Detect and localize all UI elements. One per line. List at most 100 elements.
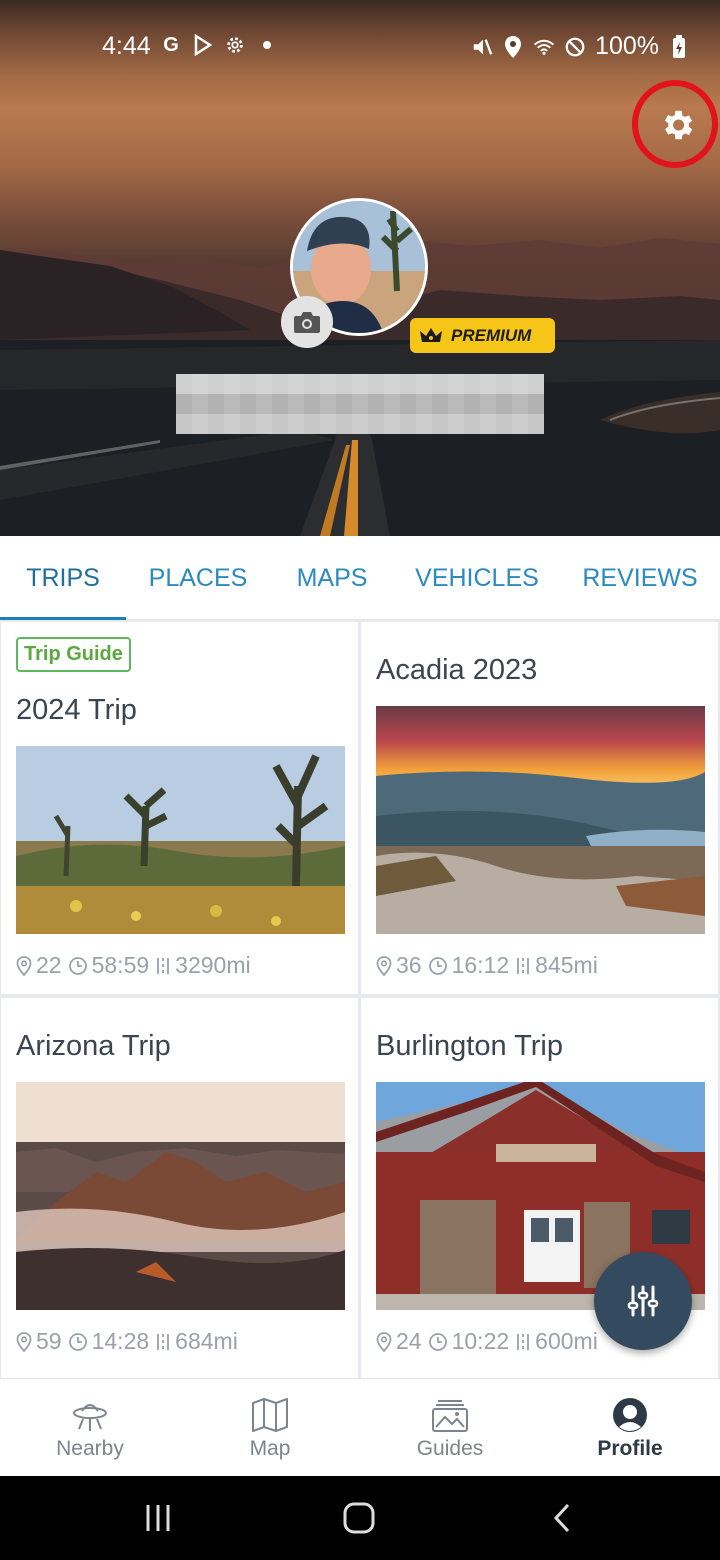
trip-card[interactable]: Acadia 2023 36 16:12 845mi — [361, 622, 718, 994]
duration-value: 14:28 — [91, 1328, 150, 1354]
settings-button[interactable] — [652, 100, 702, 150]
status-bar: 4:44 G 100% — [0, 0, 720, 92]
clock-icon — [68, 1332, 87, 1351]
mute-icon — [471, 34, 493, 60]
trip-stats: 22 58:59 3290mi — [16, 952, 251, 979]
distance-value: 684mi — [175, 1328, 238, 1354]
tab-reviews[interactable]: REVIEWS — [560, 536, 720, 620]
tab-places[interactable]: PLACES — [126, 536, 270, 620]
tab-vehicles[interactable]: VEHICLES — [394, 536, 560, 620]
nav-profile[interactable]: Profile — [540, 1379, 720, 1476]
distance-stat: 600mi — [515, 1328, 598, 1355]
dot-icon — [256, 32, 278, 58]
distance-stat: 684mi — [155, 1328, 238, 1355]
trip-guide-badge: Trip Guide — [16, 637, 131, 672]
tab-label: TRIPS — [26, 563, 100, 592]
stops-stat: 36 — [376, 952, 422, 979]
stops-stat: 22 — [16, 952, 62, 979]
wifi-icon — [533, 34, 555, 60]
duration-value: 58:59 — [91, 952, 150, 978]
profile-tabs: TRIPS PLACES MAPS VEHICLES REVIEWS — [0, 536, 720, 621]
duration-value: 10:22 — [451, 1328, 510, 1354]
status-left-icons: G — [160, 32, 278, 58]
duration-stat: 14:28 — [68, 1328, 150, 1355]
trip-title: 2024 Trip — [16, 694, 137, 726]
back-button[interactable] — [540, 1498, 584, 1538]
location-icon — [502, 34, 524, 60]
stops-stat: 59 — [16, 1328, 62, 1355]
trip-stats: 59 14:28 684mi — [16, 1328, 238, 1355]
status-time: 4:44 — [102, 32, 151, 60]
guides-icon — [432, 1399, 468, 1432]
trip-stats: 24 10:22 600mi — [376, 1328, 598, 1355]
trip-title: Acadia 2023 — [376, 654, 538, 686]
duration-stat: 10:22 — [428, 1328, 510, 1355]
settings-gear-small-icon — [224, 32, 246, 58]
trip-image — [16, 1082, 345, 1310]
trip-image — [376, 706, 705, 934]
stops-value: 24 — [396, 1328, 422, 1354]
system-navigation-bar — [0, 1476, 720, 1560]
pin-icon — [376, 1331, 392, 1352]
pin-icon — [376, 955, 392, 976]
do-not-disturb-icon — [564, 34, 586, 60]
sliders-icon — [627, 1285, 659, 1317]
map-icon — [252, 1397, 288, 1432]
profile-header: 4:44 G 100% PREMIUM — [0, 0, 720, 536]
road-icon — [157, 957, 170, 974]
nav-nearby[interactable]: Nearby — [0, 1379, 180, 1476]
clock-icon — [428, 1332, 447, 1351]
tab-maps[interactable]: MAPS — [270, 536, 394, 620]
tab-label: REVIEWS — [582, 563, 698, 592]
nav-label: Map — [249, 1436, 291, 1460]
change-photo-button[interactable] — [281, 296, 333, 348]
pin-icon — [16, 1331, 32, 1352]
profile-icon — [613, 1397, 647, 1432]
duration-stat: 58:59 — [68, 952, 150, 979]
trip-title: Arizona Trip — [16, 1030, 171, 1062]
google-icon: G — [163, 33, 179, 56]
recent-apps-icon — [146, 1505, 170, 1531]
nav-label: Profile — [597, 1436, 663, 1460]
road-icon — [517, 957, 530, 974]
stops-stat: 24 — [376, 1328, 422, 1355]
clock-icon — [68, 956, 87, 975]
nav-label: Nearby — [56, 1436, 124, 1460]
battery-percent: 100% — [595, 32, 659, 60]
trip-image — [16, 746, 345, 934]
camera-icon — [294, 312, 320, 333]
home-button[interactable] — [337, 1498, 381, 1538]
nav-map[interactable]: Map — [180, 1379, 360, 1476]
stops-value: 22 — [36, 952, 62, 978]
trip-card[interactable]: Arizona Trip 59 14:28 684mi — [1, 998, 358, 1378]
tab-label: VEHICLES — [415, 563, 539, 592]
tab-trips[interactable]: TRIPS — [0, 536, 126, 621]
gear-icon — [664, 110, 693, 140]
status-right-icons: 100% — [471, 32, 690, 61]
stops-value: 36 — [396, 952, 422, 978]
tab-label: PLACES — [148, 563, 248, 592]
clock-icon — [428, 956, 447, 975]
filter-button[interactable] — [594, 1252, 692, 1350]
distance-value: 3290mi — [175, 952, 251, 978]
nav-guides[interactable]: Guides — [360, 1379, 540, 1476]
back-icon — [553, 1503, 570, 1533]
tab-label: MAPS — [296, 563, 368, 592]
bottom-navigation: Nearby Map Guides Profile — [0, 1378, 720, 1476]
home-icon — [343, 1502, 375, 1534]
duration-value: 16:12 — [451, 952, 510, 978]
road-icon — [517, 1333, 530, 1350]
distance-stat: 3290mi — [155, 952, 251, 979]
recent-apps-button[interactable] — [136, 1498, 180, 1538]
distance-stat: 845mi — [515, 952, 598, 979]
battery-icon — [668, 34, 690, 60]
trip-card[interactable]: Trip Guide 2024 Trip 22 58:59 3290mi — [1, 622, 358, 994]
distance-value: 600mi — [535, 1328, 598, 1354]
distance-value: 845mi — [535, 952, 598, 978]
stops-value: 59 — [36, 1328, 62, 1354]
ufo-icon — [73, 1403, 107, 1431]
username-redacted: ████████████ — [176, 374, 544, 434]
trip-title: Burlington Trip — [376, 1030, 563, 1062]
premium-badge: PREMIUM — [410, 318, 555, 353]
nav-label: Guides — [416, 1436, 484, 1460]
